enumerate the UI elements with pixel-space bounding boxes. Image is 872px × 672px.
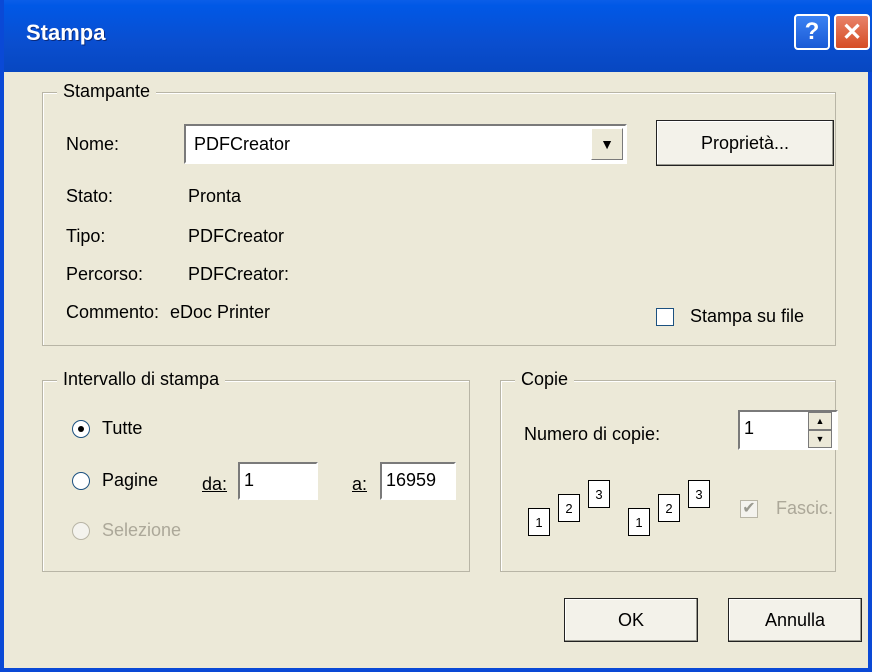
copies-number-label: Numero di copie: [524,424,661,444]
collate-label: Fascic. [776,498,834,518]
copies-number-value: 1 [744,418,755,438]
page-icon: 1 [628,508,650,536]
page-icon: 1 [528,508,550,536]
path-label: Percorso: [66,264,144,284]
spin-up-icon[interactable]: ▲ [808,412,832,430]
cancel-button[interactable]: Annulla [728,598,862,642]
comment-label: Commento: [66,302,160,322]
window-title: Stampa [26,20,106,45]
help-button[interactable]: ? [794,14,830,50]
check-icon: ✔ [742,500,756,517]
from-label: da: [202,474,228,494]
to-input[interactable]: 16959 [380,462,456,500]
chevron-down-icon[interactable]: ▼ [591,128,623,160]
from-input[interactable]: 1 [238,462,318,500]
range-selection-radio[interactable] [72,522,90,540]
status-label: Stato: [66,186,114,206]
printer-name-value: PDFCreator [194,134,291,154]
from-value: 1 [244,470,255,490]
comment-value: eDoc Printer [170,302,271,322]
page-icon: 3 [588,480,610,508]
range-all-radio[interactable] [72,420,90,438]
print-to-file-checkbox[interactable] [656,308,674,326]
collate-illustration: 3 2 1 3 2 1 [528,480,718,540]
copies-group: Copie [500,369,836,572]
title-bar[interactable]: Stampa ? ✕ [4,0,872,72]
print-to-file-label[interactable]: Stampa su file [690,306,804,327]
range-pages-label[interactable]: Pagine [102,470,158,491]
page-icon: 3 [688,480,710,508]
printer-group-title: Stampante [57,81,157,102]
type-value: PDFCreator [188,226,285,246]
type-label: Tipo: [66,226,106,246]
page-icon: 2 [658,494,680,522]
ok-button[interactable]: OK [564,598,698,642]
range-pages-radio[interactable] [72,472,90,490]
print-range-group-title: Intervallo di stampa [57,369,226,390]
printer-name-label: Nome: [66,134,120,154]
to-label: a: [352,474,368,494]
print-dialog: Stampa ? ✕ Stampante Nome: PDFCreator ▼ … [0,0,872,672]
range-all-label[interactable]: Tutte [102,418,142,439]
status-value: Pronta [188,186,242,206]
help-icon: ? [804,18,820,45]
properties-button[interactable]: Proprietà... [656,120,834,166]
copies-group-title: Copie [515,369,575,390]
to-value: 16959 [386,470,437,490]
close-icon: ✕ [841,18,863,46]
close-button[interactable]: ✕ [834,14,870,50]
collate-checkbox[interactable]: ✔ [740,500,758,518]
page-icon: 2 [558,494,580,522]
spin-down-icon[interactable]: ▼ [808,430,832,448]
printer-name-select[interactable]: PDFCreator ▼ [184,124,627,164]
path-value: PDFCreator: [188,264,290,284]
range-selection-label: Selezione [102,520,182,540]
